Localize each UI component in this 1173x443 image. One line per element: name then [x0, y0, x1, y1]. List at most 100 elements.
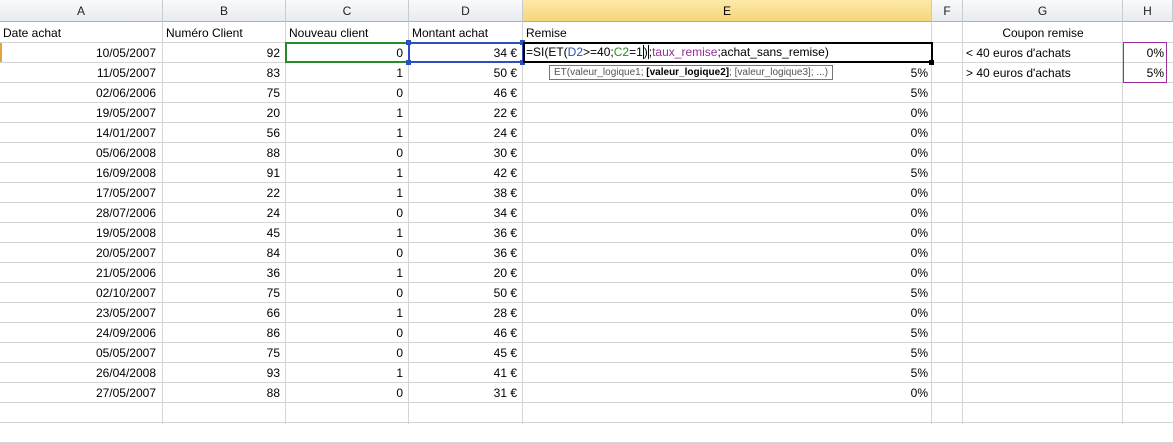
cell-remise[interactable]: 0%: [523, 243, 931, 263]
column-header-b[interactable]: B: [163, 0, 286, 22]
cell-remise[interactable]: 0%: [523, 223, 931, 243]
cell-client[interactable]: 83: [163, 63, 283, 83]
cell-nouveau[interactable]: 1: [286, 103, 406, 123]
cell-montant[interactable]: 46 €: [409, 83, 520, 103]
cell-montant[interactable]: 46 €: [409, 323, 520, 343]
cell-date[interactable]: 17/05/2007: [0, 183, 159, 203]
cell-remise[interactable]: 5%: [523, 163, 931, 183]
cell-client[interactable]: 92: [163, 43, 283, 63]
header-nouveau[interactable]: Nouveau client: [286, 23, 408, 43]
cell-client[interactable]: 75: [163, 343, 283, 363]
cell-date[interactable]: 19/05/2008: [0, 223, 159, 243]
cell-remise[interactable]: 0%: [523, 103, 931, 123]
header-client[interactable]: Numéro Client: [163, 23, 285, 43]
cell-nouveau[interactable]: 0: [286, 243, 406, 263]
cell-remise[interactable]: 5%: [523, 283, 931, 303]
header-remise[interactable]: Remise: [523, 23, 931, 43]
cell-remise[interactable]: 5%: [523, 363, 931, 383]
cell-remise[interactable]: 0%: [523, 263, 931, 283]
column-header-g[interactable]: G: [963, 0, 1123, 22]
cell-nouveau[interactable]: 1: [286, 303, 406, 323]
cell-nouveau[interactable]: 0: [286, 143, 406, 163]
cell-nouveau[interactable]: 1: [286, 263, 406, 283]
column-header-h[interactable]: H: [1123, 0, 1173, 22]
cell-remise[interactable]: 0%: [523, 143, 931, 163]
cell-client[interactable]: 88: [163, 383, 283, 403]
cell-nouveau[interactable]: 0: [286, 283, 406, 303]
cell-remise[interactable]: 0%: [523, 203, 931, 223]
header-montant[interactable]: Montant achat: [409, 23, 522, 43]
coupon-label-over[interactable]: > 40 euros d'achats: [963, 63, 1122, 83]
cell-date[interactable]: 16/09/2008: [0, 163, 159, 183]
cell-date[interactable]: 10/05/2007: [0, 43, 159, 63]
cell-client[interactable]: 66: [163, 303, 283, 323]
header-date[interactable]: Date achat: [0, 23, 162, 43]
cell-client[interactable]: 93: [163, 363, 283, 383]
cell-montant[interactable]: 24 €: [409, 123, 520, 143]
cell-client[interactable]: 45: [163, 223, 283, 243]
cell-nouveau[interactable]: 1: [286, 183, 406, 203]
cell-date[interactable]: 02/10/2007: [0, 283, 159, 303]
cell-client[interactable]: 75: [163, 83, 283, 103]
cell-montant[interactable]: 50 €: [409, 283, 520, 303]
cell-client[interactable]: 91: [163, 163, 283, 183]
cell-remise[interactable]: 5%: [523, 343, 931, 363]
cell-client[interactable]: 24: [163, 203, 283, 223]
spreadsheet-grid[interactable]: A B C D E F G H Date achat Numéro Client…: [0, 0, 1173, 443]
cell-date[interactable]: 02/06/2006: [0, 83, 159, 103]
resize-handle[interactable]: [406, 60, 411, 65]
column-header-e[interactable]: E: [523, 0, 932, 22]
cell-remise[interactable]: 5%: [523, 83, 931, 103]
coupon-label-under[interactable]: < 40 euros d'achats: [963, 43, 1122, 63]
cell-remise[interactable]: 5%: [523, 323, 931, 343]
cell-remise[interactable]: 0%: [523, 383, 931, 403]
cell-nouveau[interactable]: 0: [286, 383, 406, 403]
cell-montant[interactable]: 20 €: [409, 263, 520, 283]
cell-client[interactable]: 22: [163, 183, 283, 203]
cell-nouveau[interactable]: 1: [286, 223, 406, 243]
cell-montant[interactable]: 38 €: [409, 183, 520, 203]
cell-client[interactable]: 36: [163, 263, 283, 283]
cell-client[interactable]: 20: [163, 103, 283, 123]
column-header-a[interactable]: A: [0, 0, 163, 22]
cell-montant[interactable]: 45 €: [409, 343, 520, 363]
cell-montant[interactable]: 22 €: [409, 103, 520, 123]
cell-montant[interactable]: 50 €: [409, 63, 520, 83]
fill-handle[interactable]: [929, 60, 934, 65]
cell-nouveau[interactable]: 0: [286, 343, 406, 363]
cell-montant[interactable]: 31 €: [409, 383, 520, 403]
cell-montant[interactable]: 30 €: [409, 143, 520, 163]
cell-nouveau[interactable]: 1: [286, 63, 406, 83]
cell-date[interactable]: 27/05/2007: [0, 383, 159, 403]
cell-montant[interactable]: 36 €: [409, 243, 520, 263]
cell-nouveau[interactable]: 0: [286, 323, 406, 343]
cell-client[interactable]: 88: [163, 143, 283, 163]
cell-client[interactable]: 84: [163, 243, 283, 263]
formula-edit-cell[interactable]: =SI(ET(D2>=40;C2=1);taux_remise;achat_sa…: [523, 42, 933, 63]
cell-date[interactable]: 05/05/2007: [0, 343, 159, 363]
cell-nouveau[interactable]: 1: [286, 363, 406, 383]
cell-date[interactable]: 19/05/2007: [0, 103, 159, 123]
cell-date[interactable]: 05/06/2008: [0, 143, 159, 163]
cell-nouveau[interactable]: 0: [286, 83, 406, 103]
column-header-f[interactable]: F: [932, 0, 963, 22]
cell-date[interactable]: 28/07/2006: [0, 203, 159, 223]
cell-client[interactable]: 75: [163, 283, 283, 303]
coupon-title[interactable]: Coupon remise: [963, 23, 1123, 43]
cell-remise[interactable]: 0%: [523, 303, 931, 323]
cell-date[interactable]: 11/05/2007: [0, 63, 159, 83]
cell-nouveau[interactable]: 0: [286, 203, 406, 223]
cell-montant[interactable]: 34 €: [409, 203, 520, 223]
cell-date[interactable]: 24/09/2006: [0, 323, 159, 343]
cell-client[interactable]: 56: [163, 123, 283, 143]
cell-montant[interactable]: 28 €: [409, 303, 520, 323]
cell-date[interactable]: 26/04/2008: [0, 363, 159, 383]
cell-date[interactable]: 14/01/2007: [0, 123, 159, 143]
cell-date[interactable]: 23/05/2007: [0, 303, 159, 323]
cell-montant[interactable]: 42 €: [409, 163, 520, 183]
cell-date[interactable]: 21/05/2006: [0, 263, 159, 283]
column-header-d[interactable]: D: [409, 0, 523, 22]
cell-remise[interactable]: 0%: [523, 123, 931, 143]
cell-client[interactable]: 86: [163, 323, 283, 343]
cell-montant[interactable]: 36 €: [409, 223, 520, 243]
